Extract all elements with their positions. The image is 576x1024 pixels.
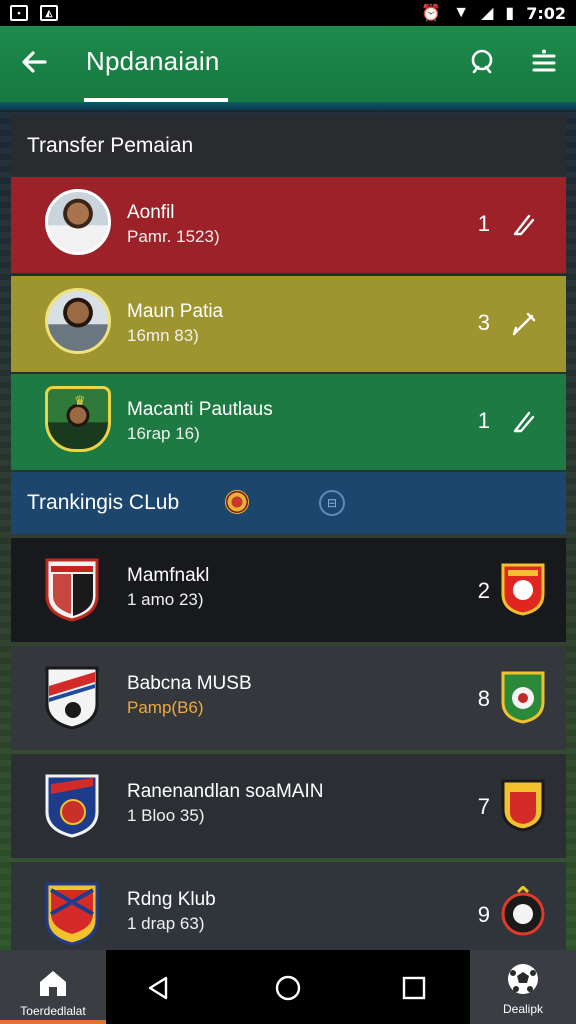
club-count: 8 <box>477 686 490 711</box>
gallery-notification-icon: ▪ <box>10 5 28 21</box>
player-avatar <box>45 288 111 354</box>
player-name: Macanti Pautlaus <box>127 399 273 420</box>
section-title-club: Trankingis CLub <box>27 491 180 514</box>
player-subtitle: 16mn 83) <box>127 326 199 345</box>
club-crest-icon <box>501 779 545 832</box>
player-name: Aonfil <box>127 202 175 223</box>
club-count: 9 <box>477 902 490 927</box>
battery-icon: ▮ <box>505 5 515 22</box>
active-tab-indicator <box>84 98 228 102</box>
search-icon <box>471 49 493 74</box>
player-name: Maun Patia <box>127 301 224 322</box>
club-count: 2 <box>477 578 490 603</box>
club-name: Ranenandlan soaMAIN <box>127 781 324 802</box>
menu-icon <box>532 49 556 72</box>
section-header-club: Trankingis CLub ⊟ <box>11 472 566 534</box>
home-icon <box>40 971 66 996</box>
player-row[interactable]: Maun Patia 16mn 83) 3 <box>11 276 566 372</box>
club-name: Babcna MUSB <box>127 673 252 694</box>
crown-icon: ♛ <box>74 393 86 408</box>
club-shield-icon <box>45 774 99 838</box>
player-count: 1 <box>477 211 490 236</box>
arrow-left-icon <box>22 51 47 73</box>
nav-tab-discover-label: Dealipk <box>502 1002 544 1016</box>
club-shield-icon <box>45 666 99 730</box>
player-avatar <box>45 189 111 255</box>
section-header-transfer: Transfer Pemaian <box>11 116 566 176</box>
club-subtitle: 1 drap 63) <box>127 914 205 933</box>
wifi-icon: ▼ <box>453 4 470 21</box>
bottom-nav-bar: Toerdedlalat Dealipk <box>0 950 576 1024</box>
nav-tab-home-label: Toerdedlalat <box>20 1004 86 1018</box>
club-info-icon[interactable]: ⊟ <box>319 490 345 516</box>
club-shield-icon <box>45 558 99 622</box>
player-count: 3 <box>477 310 490 335</box>
club-crest-icon <box>501 563 545 616</box>
player-row[interactable]: Aonfil Pamr. 1523) 1 <box>11 177 566 273</box>
club-crest-icon <box>501 671 545 724</box>
club-crest-icon <box>501 886 545 936</box>
club-shield-icon <box>45 882 99 946</box>
alarm-icon: ⏰ <box>421 5 442 22</box>
search-button[interactable] <box>462 42 502 82</box>
app-bar: Npdanaiain <box>0 26 576 110</box>
status-time: 7:02 <box>526 3 566 23</box>
club-row[interactable]: Babcna MUSB Pamp(B6) 8 <box>11 646 566 750</box>
player-count: 1 <box>477 408 490 433</box>
soccer-ball-icon <box>508 964 538 994</box>
club-subtitle: 1 amo 23) <box>127 590 204 609</box>
club-row[interactable]: Ranenandlan soaMAIN 1 Bloo 35) 7 <box>11 754 566 858</box>
club-name: Rdng Klub <box>127 889 216 910</box>
club-subtitle: Pamp(B6) <box>127 698 204 717</box>
system-back-button[interactable] <box>140 970 176 1006</box>
player-subtitle: Pamr. 1523) <box>127 227 220 246</box>
pencil-icon <box>512 312 536 336</box>
edit-button[interactable] <box>508 308 538 338</box>
player-avatar: ♛ <box>45 386 111 452</box>
menu-button[interactable] <box>522 42 566 82</box>
triangle-back-icon <box>148 976 168 1000</box>
edit-button[interactable] <box>508 209 538 239</box>
player-row[interactable]: ♛ Macanti Pautlaus 16rap 16) 1 <box>11 374 566 470</box>
club-count: 7 <box>477 794 490 819</box>
page-title: Npdanaiain <box>86 46 220 76</box>
pencil-icon <box>513 214 535 236</box>
club-row[interactable]: Mamfnakl 1 amo 23) 2 <box>11 538 566 642</box>
pencil-icon <box>513 411 535 433</box>
back-button[interactable] <box>14 42 54 82</box>
nav-tab-home[interactable]: Toerdedlalat <box>0 950 106 1024</box>
app-notification-icon: ◭ <box>40 5 58 21</box>
nav-tab-discover[interactable]: Dealipk <box>470 950 576 1024</box>
club-subtitle: 1 Bloo 35) <box>127 806 205 825</box>
square-recents-icon <box>402 976 426 1000</box>
club-name: Mamfnakl <box>127 565 210 586</box>
circle-home-icon <box>275 975 301 1001</box>
system-home-button[interactable] <box>270 970 306 1006</box>
club-emblem-icon <box>225 490 249 514</box>
status-bar: ▪ ◭ ⏰ ▼ ◢ ▮ 7:02 <box>0 0 576 26</box>
edit-button[interactable] <box>508 406 538 436</box>
section-title-transfer: Transfer Pemaian <box>27 134 194 157</box>
system-recents-button[interactable] <box>396 970 432 1006</box>
signal-icon: ◢ <box>481 5 494 22</box>
player-subtitle: 16rap 16) <box>127 424 200 443</box>
